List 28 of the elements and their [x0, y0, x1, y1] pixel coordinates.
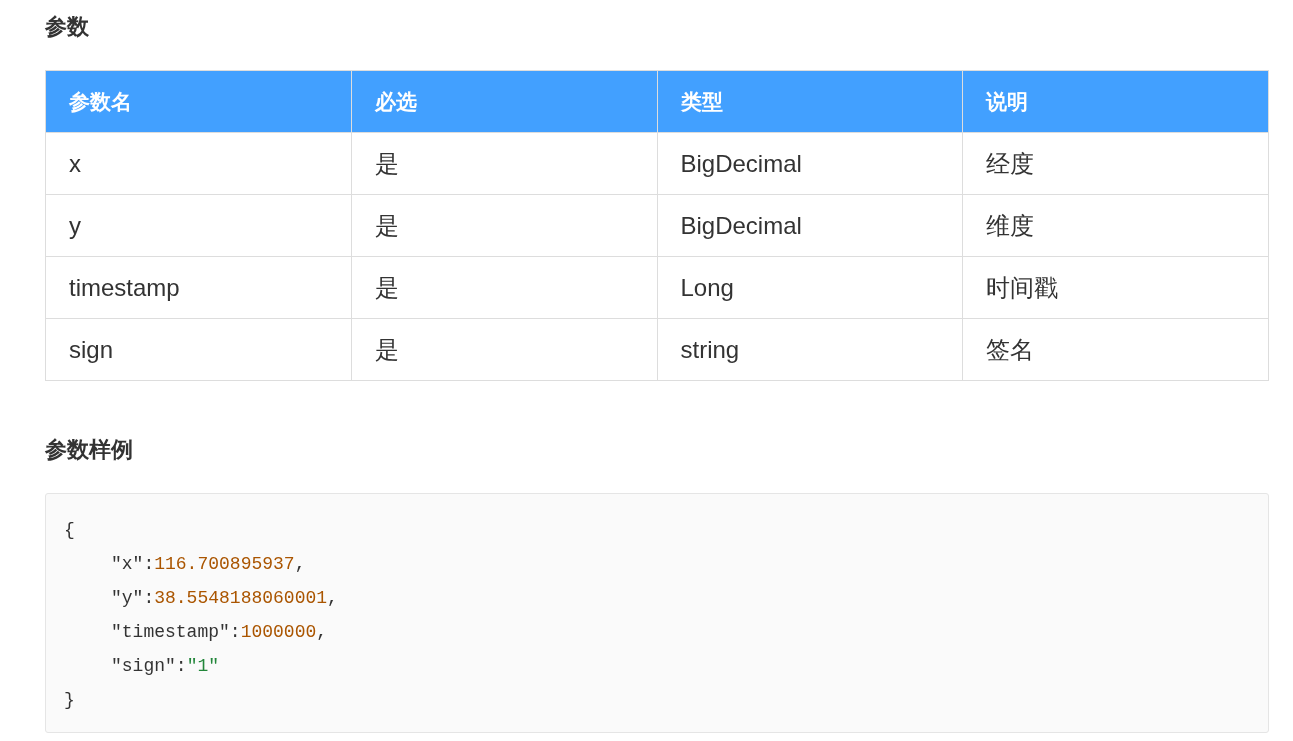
table-cell: 时间戳	[962, 256, 1269, 319]
table-cell: sign	[45, 318, 352, 381]
column-header: 必选	[351, 70, 657, 133]
table-cell: string	[657, 318, 963, 381]
table-cell: 是	[351, 256, 657, 319]
column-header: 参数名	[45, 70, 352, 133]
table-cell: x	[45, 132, 352, 195]
code-line: }	[64, 689, 75, 712]
table-cell: 是	[351, 318, 657, 381]
table-cell: 维度	[962, 194, 1269, 257]
table-cell: 是	[351, 132, 657, 195]
code-line: "y":38.5548188060001,	[110, 587, 338, 610]
code-line: "sign":"1"	[110, 655, 220, 678]
table-cell: timestamp	[45, 256, 352, 319]
section-heading: 参数	[45, 13, 89, 41]
code-line: "x":116.700895937,	[110, 553, 306, 576]
table-cell: 签名	[962, 318, 1269, 381]
section-heading: 参数样例	[45, 436, 133, 464]
code-line: {	[64, 519, 75, 542]
column-header: 说明	[962, 70, 1269, 133]
table-cell: Long	[657, 256, 963, 319]
table-cell: y	[45, 194, 352, 257]
table-cell: 经度	[962, 132, 1269, 195]
table-cell: BigDecimal	[657, 132, 963, 195]
column-header: 类型	[657, 70, 963, 133]
table-cell: BigDecimal	[657, 194, 963, 257]
code-line: "timestamp":1000000,	[110, 621, 328, 644]
table-cell: 是	[351, 194, 657, 257]
